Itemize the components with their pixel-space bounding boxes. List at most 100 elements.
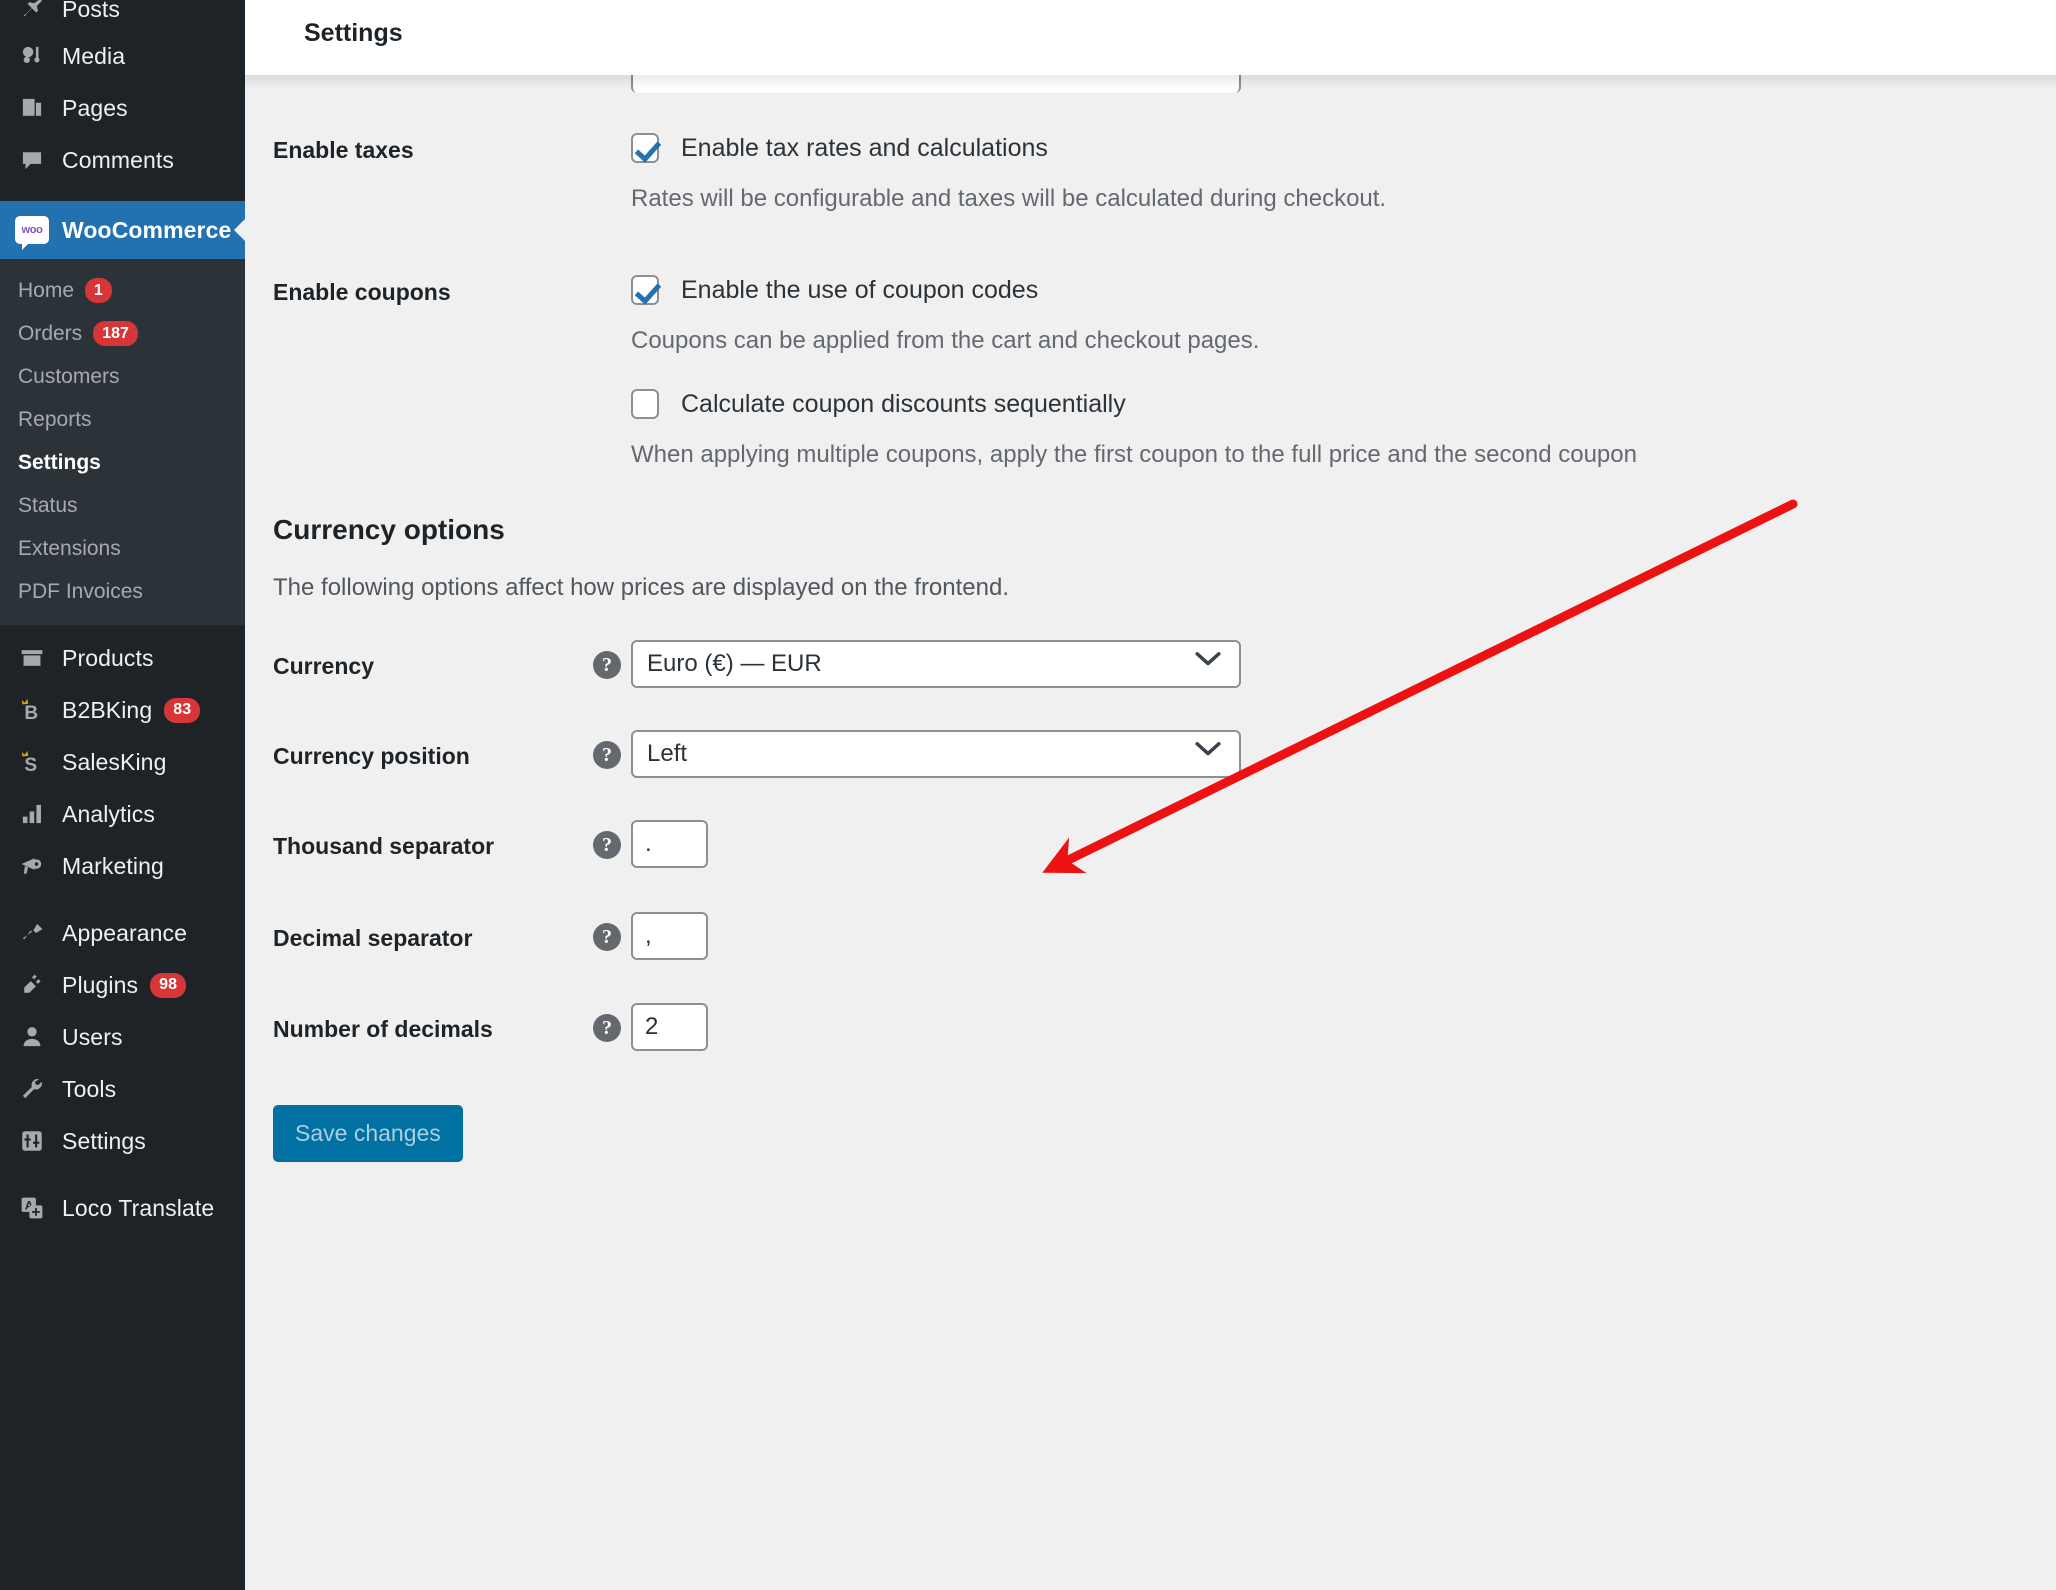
save-changes-button[interactable]: Save changes (273, 1105, 463, 1162)
currency-position-help-icon[interactable]: ? (593, 741, 621, 769)
submenu-label: Orders (18, 321, 83, 345)
sidebar-item-posts[interactable]: Posts (0, 0, 245, 30)
comments-icon (12, 147, 52, 173)
megaphone-icon (12, 853, 52, 879)
sidebar-item-home[interactable]: Home 1 (0, 269, 245, 312)
sidebar-item-analytics[interactable]: Analytics (0, 788, 245, 840)
enable-taxes-label: Enable taxes (273, 137, 414, 163)
currency-position-label: Currency position (273, 743, 470, 769)
plug-icon (12, 972, 52, 998)
b2bking-count-badge: 83 (164, 697, 201, 723)
submenu-label: Settings (18, 450, 101, 474)
salesking-crown-icon: S (12, 748, 52, 776)
decimal-separator-label: Decimal separator (273, 925, 473, 951)
currency-position-select[interactable]: Left (631, 730, 1241, 778)
sidebar-item-pdf-invoices[interactable]: PDF Invoices (0, 570, 245, 613)
sidebar-item-media[interactable]: Media (0, 30, 245, 82)
submenu-label: Customers (18, 364, 120, 388)
submenu-label: Home (18, 278, 75, 302)
sidebar-item-pages[interactable]: Pages (0, 82, 245, 134)
sidebar-item-label: Plugins (62, 971, 139, 998)
sidebar-item-appearance[interactable]: Appearance (0, 907, 245, 959)
sidebar-item-label: WooCommerce (62, 216, 232, 243)
enable-coupons-label: Enable coupons (273, 279, 451, 305)
currency-help-icon[interactable]: ? (593, 651, 621, 679)
currency-select-value: Euro (€) — EUR (647, 650, 822, 677)
sidebar-item-users[interactable]: Users (0, 1011, 245, 1063)
enable-coupons-checkbox-row[interactable]: Enable the use of coupon codes (631, 275, 1637, 305)
chevron-down-icon (1195, 740, 1221, 763)
sidebar-item-b2bking[interactable]: B B2BKing 83 (0, 684, 245, 736)
sidebar-item-orders[interactable]: Orders 187 (0, 312, 245, 355)
sidebar-item-salesking[interactable]: S SalesKing (0, 736, 245, 788)
products-icon (12, 645, 52, 671)
page-header-bar: Settings (245, 0, 2056, 89)
sidebar-item-label: Loco Translate (62, 1194, 215, 1221)
sidebar-item-comments[interactable]: Comments (0, 134, 245, 186)
currency-options-title: Currency options (273, 514, 505, 545)
page-title: Settings (304, 19, 403, 47)
sequential-coupons-checkbox[interactable] (631, 389, 659, 419)
sidebar-item-label: Analytics (62, 800, 155, 827)
sidebar-item-label: Users (62, 1023, 123, 1050)
enable-coupons-checkbox[interactable] (631, 275, 659, 305)
enable-coupons-helper: Coupons can be applied from the cart and… (631, 327, 1260, 354)
sidebar-item-reports[interactable]: Reports (0, 398, 245, 441)
number-of-decimals-help-icon[interactable]: ? (593, 1014, 621, 1042)
sidebar-item-plugins[interactable]: Plugins 98 (0, 959, 245, 1011)
main-content: Settings Enable taxes Enable tax rates a… (245, 0, 2056, 1590)
submenu-label: Extensions (18, 536, 121, 560)
thousand-separator-input[interactable]: . (631, 820, 708, 868)
enable-taxes-checkbox-label: Enable tax rates and calculations (681, 133, 1048, 162)
home-count-badge: 1 (85, 278, 112, 303)
currency-select[interactable]: Euro (€) — EUR (631, 640, 1241, 688)
submenu-label: Reports (18, 407, 92, 431)
orders-count-badge: 187 (93, 321, 138, 346)
number-of-decimals-label: Number of decimals (273, 1016, 493, 1042)
sliders-icon (12, 1128, 52, 1154)
sequential-coupons-checkbox-row[interactable]: Calculate coupon discounts sequentially (631, 389, 1637, 419)
thousand-separator-label: Thousand separator (273, 833, 495, 859)
sidebar-item-products[interactable]: Products (0, 632, 245, 684)
analytics-bars-icon (12, 801, 52, 827)
sidebar-item-label: Settings (62, 1127, 146, 1154)
sidebar-item-extensions[interactable]: Extensions (0, 527, 245, 570)
enable-coupons-checkbox-label: Enable the use of coupon codes (681, 275, 1039, 304)
paintbrush-icon (12, 920, 52, 946)
enable-taxes-helper: Rates will be configurable and taxes wil… (631, 185, 1387, 212)
sidebar-item-marketing[interactable]: Marketing (0, 840, 245, 892)
sidebar-item-customers[interactable]: Customers (0, 355, 245, 398)
sidebar-item-label: Marketing (62, 852, 164, 879)
chevron-down-icon (1195, 650, 1221, 673)
admin-sidebar: Posts Media Pages Comments woo WooCommer… (0, 0, 245, 1590)
sidebar-item-label: B2BKing (62, 696, 153, 723)
submenu-label: PDF Invoices (18, 579, 143, 603)
currency-position-select-value: Left (647, 740, 688, 767)
b2bking-crown-icon: B (12, 696, 52, 724)
sidebar-item-label: Posts (62, 0, 121, 22)
wrench-icon (12, 1076, 52, 1102)
currency-options-description: The following options affect how prices … (273, 574, 1010, 601)
submenu-label: Status (18, 493, 78, 517)
enable-taxes-checkbox[interactable] (631, 133, 659, 163)
sidebar-item-label: Media (62, 42, 126, 69)
decimal-separator-help-icon[interactable]: ? (593, 923, 621, 951)
sequential-coupons-helper: When applying multiple coupons, apply th… (631, 441, 1637, 468)
thousand-separator-help-icon[interactable]: ? (593, 831, 621, 859)
sidebar-item-wp-settings[interactable]: Settings (0, 1115, 245, 1167)
woocommerce-submenu: Home 1 Orders 187 Customers Reports Sett… (0, 259, 245, 625)
sidebar-item-loco-translate[interactable]: A Loco Translate (0, 1182, 245, 1234)
sidebar-item-status[interactable]: Status (0, 484, 245, 527)
sidebar-item-woocommerce[interactable]: woo WooCommerce (0, 201, 245, 259)
sidebar-item-settings[interactable]: Settings (0, 441, 245, 484)
sidebar-item-label: Tools (62, 1075, 117, 1102)
number-of-decimals-input[interactable]: 2 (631, 1003, 708, 1051)
decimal-separator-input[interactable]: , (631, 912, 708, 960)
svg-text:S: S (24, 755, 37, 776)
plugins-count-badge: 98 (150, 972, 187, 998)
user-icon (12, 1024, 52, 1050)
loco-translate-icon: A (12, 1195, 52, 1221)
sidebar-item-tools[interactable]: Tools (0, 1063, 245, 1115)
pin-icon (12, 0, 52, 22)
enable-taxes-checkbox-row[interactable]: Enable tax rates and calculations (631, 133, 1386, 163)
